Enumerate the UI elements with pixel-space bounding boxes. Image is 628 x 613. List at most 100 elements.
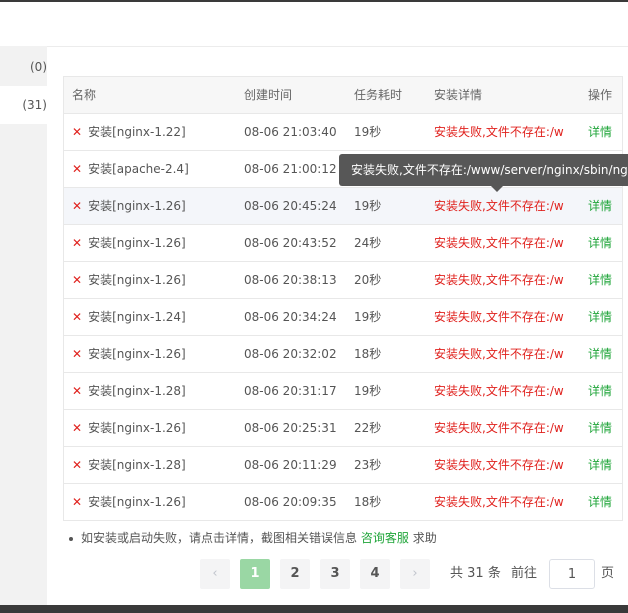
detail-link[interactable]: 详情 (588, 188, 622, 224)
goto-label: 前往 (511, 566, 538, 581)
task-duration: 24秒 (354, 236, 382, 250)
page-button-2[interactable]: 2 (280, 559, 310, 589)
help-tip-text: 如安装或启动失败，请点击详情，截图相关错误信息 (81, 531, 358, 545)
header-op: 操作 (588, 88, 613, 102)
task-time: 08-06 20:43:52 (244, 236, 337, 250)
task-name-cell: ✕ 安装[nginx-1.24] (72, 299, 242, 335)
task-time: 08-06 20:32:02 (244, 347, 337, 361)
task-name-cell: ✕ 安装[nginx-1.26] (72, 336, 242, 372)
task-detail[interactable]: 安装失败,文件不存在:/www/server/nginx/sbin/nginx (434, 262, 564, 298)
task-duration: 22秒 (354, 421, 382, 435)
failed-x-icon: ✕ (72, 273, 83, 287)
header-name: 名称 (72, 88, 97, 102)
table-row: ✕ 安装[nginx-1.26] 08-06 20:32:02 18秒 安装失败,文件不… (64, 336, 622, 373)
sidebar-item-2[interactable] (0, 124, 47, 162)
task-duration: 18秒 (354, 495, 382, 509)
page-button-1[interactable]: 1 (240, 559, 270, 589)
task-duration: 19秒 (354, 384, 382, 398)
task-name-cell: ✕ 安装[nginx-1.26] (72, 410, 242, 446)
sidebar: (0) (31) (0, 46, 47, 605)
detail-link[interactable]: 详情 (588, 114, 622, 150)
sidebar-item-1[interactable]: (31) (0, 86, 47, 124)
task-time: 08-06 20:09:35 (244, 495, 337, 509)
task-name-cell: ✕ 安装[nginx-1.26] (72, 188, 242, 224)
detail-link[interactable]: 详情 (588, 225, 622, 261)
task-table: 名称 创建时间 任务耗时 安装详情 操作 ✕ 安装[nginx-1.22] 08-0… (63, 76, 623, 521)
task-name-cell: ✕ 安装[nginx-1.28] (72, 447, 242, 483)
detail-link[interactable]: 详情 (588, 299, 622, 335)
bullet-icon (69, 536, 73, 541)
task-name-cell: ✕ 安装[nginx-1.26] (72, 262, 242, 298)
chevron-left-icon[interactable]: ‹ (200, 559, 230, 589)
task-name-cell: ✕ 安装[nginx-1.22] (72, 114, 242, 150)
task-name: 安装[nginx-1.26] (88, 495, 186, 509)
sidebar-item-0[interactable]: (0) (0, 48, 47, 86)
install-log-window: (0) (31) 名称 创建时间 任务耗时 安装详情 操作 ✕ 安装[nginx-… (0, 2, 628, 605)
task-name: 安装[nginx-1.26] (88, 347, 186, 361)
bottom-bar (0, 605, 628, 613)
task-detail[interactable]: 安装失败,文件不存在:/www/server/nginx/sbin/nginx (434, 410, 564, 446)
task-name: 安装[nginx-1.26] (88, 199, 186, 213)
chevron-right-icon[interactable]: › (400, 559, 430, 589)
failed-x-icon: ✕ (72, 458, 83, 472)
table-header: 名称 创建时间 任务耗时 安装详情 操作 (64, 77, 622, 114)
failed-x-icon: ✕ (72, 236, 83, 250)
page-unit: 页 (601, 566, 615, 581)
task-time: 08-06 20:11:29 (244, 458, 337, 472)
task-detail[interactable]: 安装失败,文件不存在:/www/server/nginx/sbin/nginx (434, 114, 564, 150)
detail-tooltip: 安装失败,文件不存在:/www/server/nginx/sbin/nginx (339, 154, 628, 186)
task-detail[interactable]: 安装失败,文件不存在:/www/server/nginx/sbin/nginx (434, 299, 564, 335)
detail-link[interactable]: 详情 (588, 373, 622, 409)
table-row: ✕ 安装[nginx-1.24] 08-06 20:34:24 19秒 安装失败,文件不… (64, 299, 622, 336)
total-suffix: 条 (487, 566, 501, 581)
task-detail[interactable]: 安装失败,文件不存在:/www/server/nginx/sbin/nginx (434, 188, 564, 224)
table-row: ✕ 安装[nginx-1.26] 08-06 20:09:35 18秒 安装失败,文件不… (64, 484, 622, 521)
task-time: 08-06 21:00:12 (244, 162, 337, 176)
task-detail[interactable]: 安装失败,文件不存在:/www/server/nginx/sbin/nginx (434, 336, 564, 372)
task-duration: 23秒 (354, 458, 382, 472)
table-row: ✕ 安装[nginx-1.26] 08-06 20:43:52 24秒 安装失败,文件不… (64, 225, 622, 262)
table-row: ✕ 安装[nginx-1.22] 08-06 21:03:40 19秒 安装失败,文件不… (64, 114, 622, 151)
detail-link[interactable]: 详情 (588, 484, 622, 520)
header-detail: 安装详情 (434, 88, 483, 102)
task-detail[interactable]: 安装失败,文件不存在:/www/server/nginx/sbin/nginx (434, 225, 564, 261)
task-name: 安装[nginx-1.26] (88, 236, 186, 250)
task-duration: 19秒 (354, 310, 382, 324)
task-name-cell: ✕ 安装[nginx-1.28] (72, 373, 242, 409)
window-top-strip (0, 2, 628, 47)
task-detail[interactable]: 安装失败,文件不存在:/www/server/nginx/sbin/nginx (434, 373, 564, 409)
detail-link[interactable]: 详情 (588, 410, 622, 446)
table-row: ✕ 安装[nginx-1.28] 08-06 20:31:17 19秒 安装失败,文件不… (64, 373, 622, 410)
pagination: ‹ 1 2 3 4 › 共 31 条 前往 页 (47, 559, 628, 591)
task-duration: 19秒 (354, 125, 382, 139)
detail-link[interactable]: 详情 (588, 336, 622, 372)
failed-x-icon: ✕ (72, 495, 83, 509)
failed-x-icon: ✕ (72, 384, 83, 398)
tooltip-arrow (491, 186, 503, 192)
task-name: 安装[nginx-1.26] (88, 421, 186, 435)
goto-page-input[interactable] (549, 559, 595, 589)
task-name: 安装[nginx-1.28] (88, 384, 186, 398)
task-detail[interactable]: 安装失败,文件不存在:/www/server/nginx/sbin/nginx (434, 447, 564, 483)
task-duration: 19秒 (354, 199, 382, 213)
table-row: ✕ 安装[nginx-1.26] 08-06 20:45:24 19秒 安装失败,文件不… (64, 188, 622, 225)
failed-x-icon: ✕ (72, 162, 83, 176)
task-name-cell: ✕ 安装[apache-2.4] (72, 151, 242, 187)
detail-link[interactable]: 详情 (588, 262, 622, 298)
task-name: 安装[nginx-1.24] (88, 310, 186, 324)
detail-link[interactable]: 详情 (588, 447, 622, 483)
help-tip: 如安装或启动失败，请点击详情，截图相关错误信息 咨询客服 求助 (69, 529, 437, 546)
failed-x-icon: ✕ (72, 310, 83, 324)
page-button-4[interactable]: 4 (360, 559, 390, 589)
task-time: 08-06 20:45:24 (244, 199, 337, 213)
task-name: 安装[nginx-1.26] (88, 273, 186, 287)
table-row: ✕ 安装[nginx-1.26] 08-06 20:25:31 22秒 安装失败,文件不… (64, 410, 622, 447)
total-number: 31 (467, 566, 484, 581)
failed-x-icon: ✕ (72, 199, 83, 213)
page-button-3[interactable]: 3 (320, 559, 350, 589)
contact-support-link[interactable]: 咨询客服 (361, 531, 409, 545)
task-detail[interactable]: 安装失败,文件不存在:/www/server/nginx/sbin/nginx (434, 484, 564, 520)
failed-x-icon: ✕ (72, 347, 83, 361)
task-time: 08-06 20:38:13 (244, 273, 337, 287)
table-row: ✕ 安装[nginx-1.28] 08-06 20:11:29 23秒 安装失败,文件不… (64, 447, 622, 484)
